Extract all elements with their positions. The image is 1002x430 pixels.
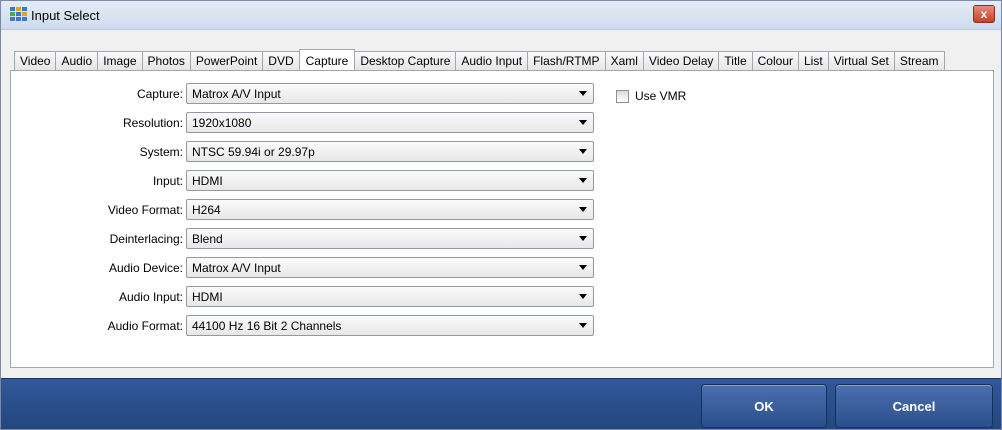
tab-audio-input[interactable]: Audio Input — [455, 51, 528, 71]
resolution-select[interactable]: 1920x1080 — [186, 112, 594, 133]
video-format-row: Video Format: H264 — [11, 199, 611, 221]
cancel-button[interactable]: Cancel — [835, 384, 993, 428]
system-value: NTSC 59.94i or 29.97p — [192, 144, 315, 159]
audio-input-value: HDMI — [192, 289, 223, 304]
tab-flash-rtmp[interactable]: Flash/RTMP — [527, 51, 605, 71]
tab-capture[interactable]: Capture — [298, 49, 356, 72]
tab-virtual-set[interactable]: Virtual Set — [827, 51, 894, 71]
chevron-down-icon — [579, 149, 587, 154]
chevron-down-icon — [579, 91, 587, 96]
ok-button[interactable]: OK — [701, 384, 827, 428]
input-value: HDMI — [192, 173, 223, 188]
tab-desktop-capture[interactable]: Desktop Capture — [355, 51, 456, 71]
audio-format-value: 44100 Hz 16 Bit 2 Channels — [192, 318, 342, 333]
capture-select[interactable]: Matrox A/V Input — [186, 83, 594, 104]
chevron-down-icon — [579, 207, 587, 212]
tab-video[interactable]: Video — [14, 51, 56, 71]
use-vmr-option[interactable]: Use VMR — [616, 89, 686, 103]
resolution-row: Resolution: 1920x1080 — [11, 112, 611, 134]
tab-stream[interactable]: Stream — [893, 51, 945, 71]
capture-row: Capture: Matrox A/V Input — [11, 83, 611, 105]
capture-panel: Capture: Matrox A/V Input Resolution: 19… — [10, 70, 994, 368]
capture-label: Capture: — [136, 87, 183, 101]
video-format-label: Video Format: — [107, 203, 183, 217]
input-label: Input: — [152, 174, 183, 188]
use-vmr-checkbox[interactable] — [616, 89, 629, 103]
audio-input-row: Audio Input: HDMI — [11, 286, 611, 308]
tab-strip: Video Audio Image Photos PowerPoint DVD … — [14, 49, 945, 72]
video-format-value: H264 — [192, 202, 221, 217]
system-select[interactable]: NTSC 59.94i or 29.97p — [186, 141, 594, 162]
audio-device-value: Matrox A/V Input — [192, 260, 281, 275]
tab-powerpoint[interactable]: PowerPoint — [189, 51, 263, 71]
deinterlacing-row: Deinterlacing: Blend — [11, 228, 611, 250]
button-bar: OK Cancel — [1, 378, 1001, 429]
audio-format-row: Audio Format: 44100 Hz 16 Bit 2 Channels — [11, 315, 611, 337]
app-grid-icon — [10, 7, 28, 23]
tab-dvd[interactable]: DVD — [262, 51, 299, 71]
audio-device-select[interactable]: Matrox A/V Input — [186, 257, 594, 278]
close-button[interactable]: x — [973, 5, 995, 23]
capture-value: Matrox A/V Input — [192, 86, 281, 101]
tab-audio[interactable]: Audio — [55, 51, 98, 71]
deinterlacing-label: Deinterlacing: — [109, 232, 183, 246]
chevron-down-icon — [579, 236, 587, 241]
video-format-select[interactable]: H264 — [186, 199, 594, 220]
chevron-down-icon — [579, 178, 587, 183]
resolution-label: Resolution: — [122, 116, 183, 130]
input-select[interactable]: HDMI — [186, 170, 594, 191]
chevron-down-icon — [579, 294, 587, 299]
tab-colour[interactable]: Colour — [751, 51, 798, 71]
use-vmr-label: Use VMR — [635, 89, 687, 103]
audio-device-label: Audio Device: — [108, 261, 183, 275]
input-select-dialog: Input Select x Video Audio Image Photos … — [0, 0, 1002, 430]
audio-format-label: Audio Format: — [107, 319, 183, 333]
chevron-down-icon — [579, 323, 587, 328]
audio-input-select[interactable]: HDMI — [186, 286, 594, 307]
tab-photos[interactable]: Photos — [141, 51, 190, 71]
chevron-down-icon — [579, 120, 587, 125]
audio-format-select[interactable]: 44100 Hz 16 Bit 2 Channels — [186, 315, 594, 336]
tab-xaml[interactable]: Xaml — [604, 51, 643, 71]
deinterlacing-value: Blend — [192, 231, 223, 246]
chevron-down-icon — [579, 265, 587, 270]
title-bar[interactable]: Input Select x — [1, 1, 1001, 30]
tab-title[interactable]: Title — [718, 51, 752, 71]
resolution-value: 1920x1080 — [192, 115, 252, 130]
audio-device-row: Audio Device: Matrox A/V Input — [11, 257, 611, 279]
tab-video-delay[interactable]: Video Delay — [642, 51, 719, 71]
tab-image[interactable]: Image — [97, 51, 142, 71]
tab-list[interactable]: List — [798, 51, 828, 71]
system-row: System: NTSC 59.94i or 29.97p — [11, 141, 611, 163]
window-title: Input Select — [31, 8, 100, 23]
deinterlacing-select[interactable]: Blend — [186, 228, 594, 249]
system-label: System: — [139, 145, 183, 159]
close-icon: x — [980, 7, 988, 21]
input-row: Input: HDMI — [11, 170, 611, 192]
audio-input-label: Audio Input: — [118, 290, 183, 304]
